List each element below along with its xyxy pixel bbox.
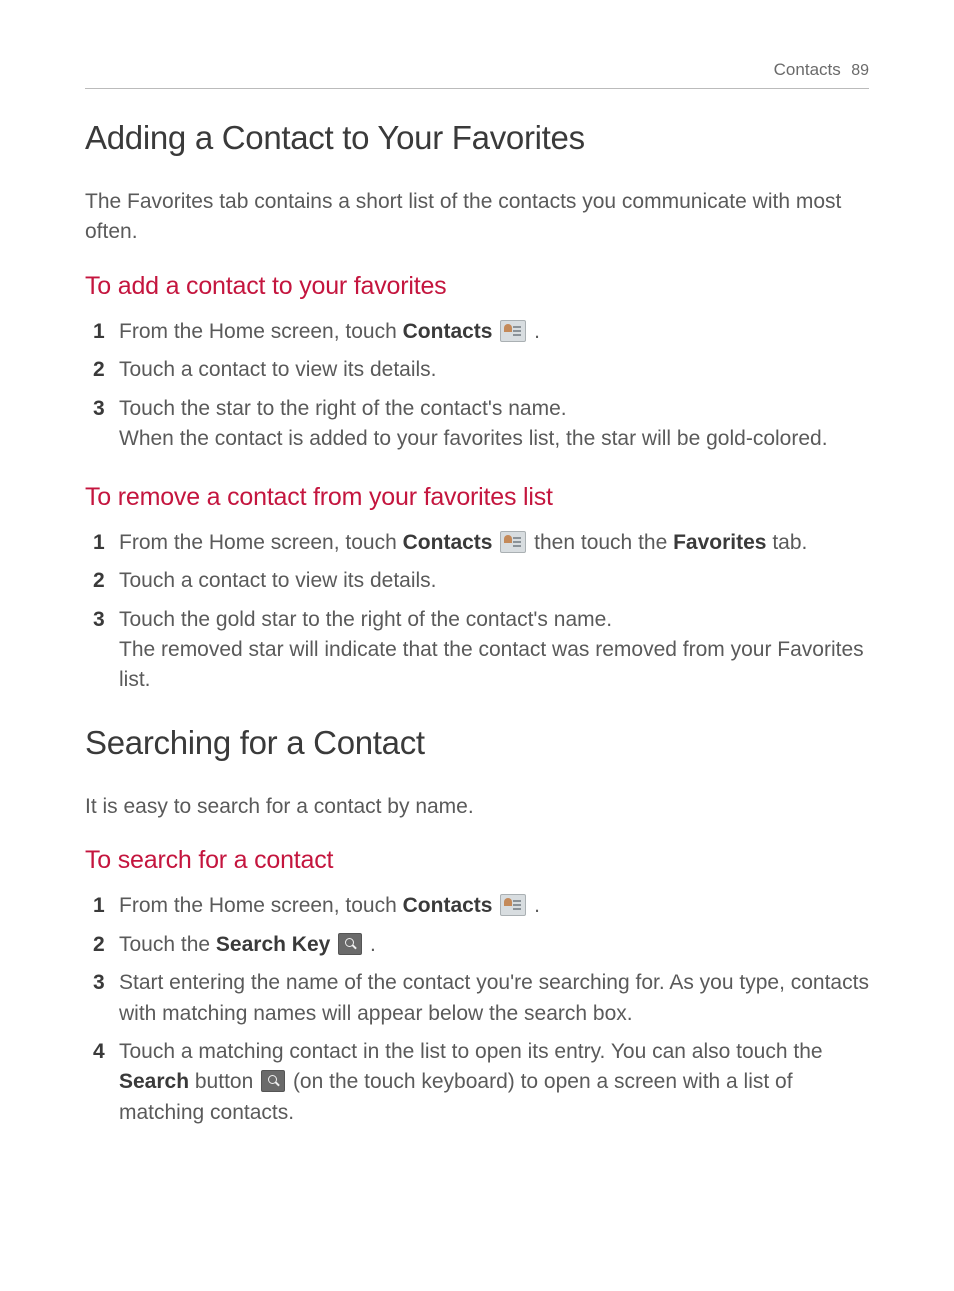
step-text: tab. xyxy=(766,531,807,554)
step-number: 4 xyxy=(93,1037,105,1067)
bold-text: Search Key xyxy=(216,933,330,956)
step-item: 3 Start entering the name of the contact… xyxy=(117,968,869,1029)
step-text: From the Home screen, touch xyxy=(119,531,403,554)
page-header: Contacts 89 xyxy=(85,60,869,89)
intro-text: It is easy to search for a contact by na… xyxy=(85,792,869,822)
step-number: 3 xyxy=(93,394,105,424)
subheading-search-contact: To search for a contact xyxy=(85,846,869,875)
step-number: 1 xyxy=(93,528,105,558)
step-list-remove: 1 From the Home screen, touch Contacts t… xyxy=(85,528,869,696)
step-number: 1 xyxy=(93,317,105,347)
step-text: Touch the gold star to the right of the … xyxy=(119,608,612,631)
step-text: . xyxy=(528,320,540,343)
contacts-icon xyxy=(500,320,526,342)
step-text: button xyxy=(189,1070,259,1093)
section-adding-favorites: Adding a Contact to Your Favorites The F… xyxy=(85,119,869,696)
step-number: 3 xyxy=(93,605,105,635)
step-item: 3 Touch the star to the right of the con… xyxy=(117,394,869,455)
heading-searching: Searching for a Contact xyxy=(85,724,869,762)
step-number: 3 xyxy=(93,968,105,998)
step-text: then touch the xyxy=(528,531,673,554)
search-icon xyxy=(261,1070,285,1092)
step-list-add: 1 From the Home screen, touch Contacts .… xyxy=(85,317,869,455)
step-text: Touch the star to the right of the conta… xyxy=(119,397,567,420)
step-text: . xyxy=(364,933,376,956)
step-continuation: When the contact is added to your favori… xyxy=(119,424,869,454)
heading-adding-favorites: Adding a Contact to Your Favorites xyxy=(85,119,869,157)
step-list-search: 1 From the Home screen, touch Contacts .… xyxy=(85,891,869,1128)
step-number: 2 xyxy=(93,355,105,385)
bold-text: Contacts xyxy=(403,531,493,554)
step-text: Touch a matching contact in the list to … xyxy=(119,1040,823,1063)
step-text: Touch a contact to view its details. xyxy=(119,569,437,592)
step-item: 4 Touch a matching contact in the list t… xyxy=(117,1037,869,1128)
section-searching: Searching for a Contact It is easy to se… xyxy=(85,724,869,1129)
contacts-icon xyxy=(500,531,526,553)
search-icon xyxy=(338,933,362,955)
contacts-icon xyxy=(500,894,526,916)
bold-text: Contacts xyxy=(403,894,493,917)
step-item: 1 From the Home screen, touch Contacts . xyxy=(117,891,869,921)
step-text: . xyxy=(528,894,540,917)
intro-text: The Favorites tab contains a short list … xyxy=(85,187,869,248)
bold-text: Contacts xyxy=(403,320,493,343)
step-text: Touch the xyxy=(119,933,216,956)
subheading-remove-favorite: To remove a contact from your favorites … xyxy=(85,483,869,512)
step-item: 2 Touch a contact to view its details. xyxy=(117,355,869,385)
step-item: 2 Touch a contact to view its details. xyxy=(117,566,869,596)
step-item: 3 Touch the gold star to the right of th… xyxy=(117,605,869,696)
bold-text: Favorites xyxy=(673,531,766,554)
header-page-number: 89 xyxy=(851,62,869,79)
step-text: Touch a contact to view its details. xyxy=(119,358,437,381)
step-item: 1 From the Home screen, touch Contacts t… xyxy=(117,528,869,558)
subheading-add-favorite: To add a contact to your favorites xyxy=(85,272,869,301)
step-item: 2 Touch the Search Key . xyxy=(117,930,869,960)
step-continuation: The removed star will indicate that the … xyxy=(119,635,869,696)
step-number: 2 xyxy=(93,566,105,596)
header-section-name: Contacts xyxy=(774,60,841,79)
step-number: 1 xyxy=(93,891,105,921)
step-text: From the Home screen, touch xyxy=(119,894,403,917)
step-item: 1 From the Home screen, touch Contacts . xyxy=(117,317,869,347)
step-text: Start entering the name of the contact y… xyxy=(119,971,869,1024)
bold-text: Search xyxy=(119,1070,189,1093)
step-number: 2 xyxy=(93,930,105,960)
step-text: From the Home screen, touch xyxy=(119,320,403,343)
